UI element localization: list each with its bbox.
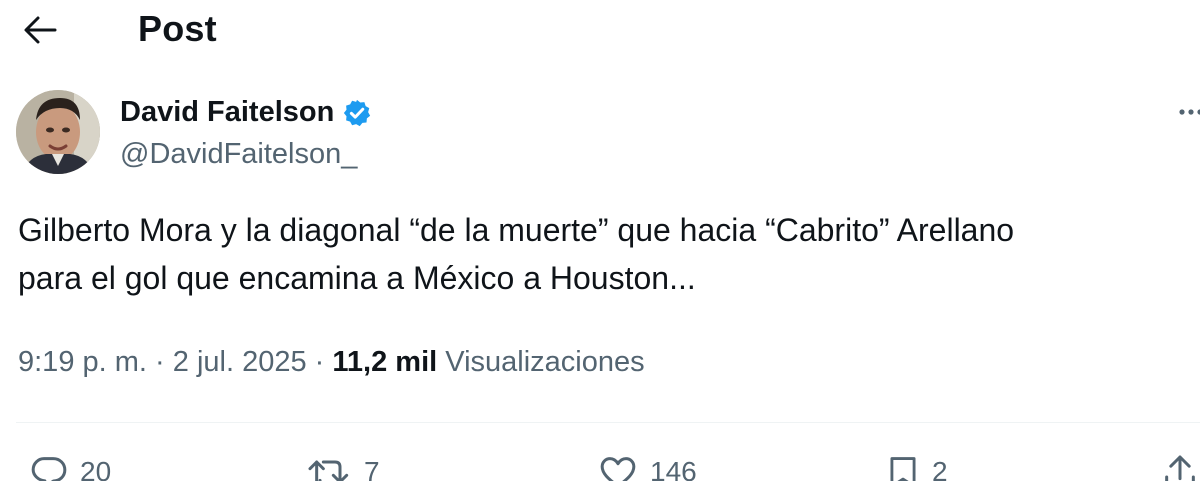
like-count: 146 [650,456,697,481]
top-bar: Post [0,0,1200,58]
post-date[interactable]: 2 jul. 2025 [173,346,307,378]
bookmark-count: 2 [932,456,948,481]
reply-button[interactable]: 20 [28,452,111,481]
post-page: Post David Faitelson @DavidFaitelson_ Gi… [0,0,1200,481]
back-arrow-icon [24,16,57,44]
reply-icon [31,457,67,481]
post-text: Gilberto Mora y la diagonal “de la muert… [18,206,1200,302]
repost-icon [308,460,349,481]
repost-count: 7 [364,456,380,481]
share-icon [1165,455,1195,481]
page-title: Post [138,8,217,49]
views-label: Visualizaciones [445,346,645,378]
post-text-line: para el gol que encamina a México a Hous… [18,260,696,296]
back-button[interactable] [18,10,62,50]
action-bar: 20 7 146 2 [0,446,1200,481]
more-icon [1179,109,1200,115]
like-button[interactable]: 146 [596,452,697,481]
repost-button[interactable]: 7 [306,452,380,481]
avatar[interactable] [16,90,100,174]
meta-separator: · [155,346,165,378]
share-button[interactable] [1160,452,1200,481]
verified-badge-icon[interactable] [342,98,372,128]
author-handle[interactable]: @DavidFaitelson_ [120,138,357,171]
divider [16,422,1200,423]
author-row: David Faitelson @DavidFaitelson_ [0,86,1200,182]
post-meta: 9:19 p. m. · 2 jul. 2025 · 11,2 mil Visu… [18,346,645,379]
author-name[interactable]: David Faitelson [120,96,334,129]
post-text-line: Gilberto Mora y la diagonal “de la muert… [18,212,1015,248]
more-button[interactable] [1176,102,1200,122]
avatar-image [16,90,100,174]
bookmark-icon [890,457,916,481]
reply-count: 20 [80,456,112,481]
views-count: 11,2 mil [332,346,438,378]
post-time[interactable]: 9:19 p. m. [18,346,147,378]
meta-separator: · [314,346,325,378]
author-name-row[interactable]: David Faitelson [120,96,372,129]
like-icon [600,457,636,481]
bookmark-button[interactable]: 2 [884,452,948,481]
